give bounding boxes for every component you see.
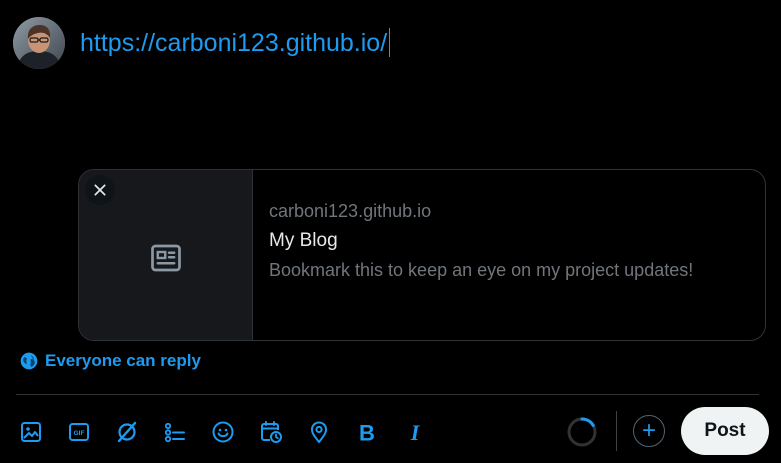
user-avatar[interactable]: [13, 17, 65, 69]
add-poll-button[interactable]: [157, 414, 193, 450]
grok-button[interactable]: [109, 414, 145, 450]
post-button[interactable]: Post: [681, 407, 769, 455]
link-preview-card[interactable]: carboni123.github.io My Blog Bookmark th…: [78, 169, 766, 341]
compose-link-text: https://carboni123.github.io/: [80, 29, 388, 57]
link-preview-body: carboni123.github.io My Blog Bookmark th…: [269, 200, 729, 284]
plus-icon: +: [641, 417, 656, 444]
remove-link-preview-button[interactable]: [85, 175, 115, 205]
gif-label: GIF: [74, 430, 85, 437]
tag-location-button[interactable]: [301, 414, 337, 450]
compose-text-input[interactable]: https://carboni123.github.io/: [80, 26, 391, 60]
character-count-ring: [567, 417, 597, 447]
globe-icon: [20, 352, 38, 370]
reply-permission-label: Everyone can reply: [45, 351, 201, 370]
location-icon: [311, 421, 327, 443]
composer-toolbar: GIF B I: [13, 414, 433, 450]
composer-divider: [16, 394, 759, 395]
reply-permission-button[interactable]: Everyone can reply: [19, 348, 201, 374]
add-post-button[interactable]: +: [633, 415, 665, 447]
close-icon: [94, 184, 106, 196]
italic-button[interactable]: I: [397, 414, 433, 450]
action-separator: [616, 411, 617, 451]
italic-icon: I: [410, 420, 421, 444]
schedule-post-button[interactable]: [253, 414, 289, 450]
add-gif-button[interactable]: GIF: [61, 414, 97, 450]
bold-label: B: [359, 421, 375, 445]
add-emoji-button[interactable]: [205, 414, 241, 450]
schedule-icon: [261, 421, 282, 443]
italic-label: I: [410, 420, 421, 444]
poll-icon: [164, 422, 185, 443]
link-description: Bookmark this to keep an eye on my proje…: [269, 260, 694, 280]
link-title: My Blog: [269, 230, 338, 251]
add-media-button[interactable]: [13, 414, 49, 450]
bold-button[interactable]: B: [349, 414, 385, 450]
grok-icon: [117, 421, 137, 443]
image-icon: [21, 422, 41, 442]
article-icon: [151, 244, 181, 272]
avatar-image: [13, 17, 65, 69]
text-caret: [389, 28, 391, 57]
link-domain: carboni123.github.io: [269, 201, 432, 221]
bold-icon: B: [359, 421, 375, 445]
emoji-icon: [212, 421, 234, 443]
gif-icon: GIF: [69, 423, 89, 441]
